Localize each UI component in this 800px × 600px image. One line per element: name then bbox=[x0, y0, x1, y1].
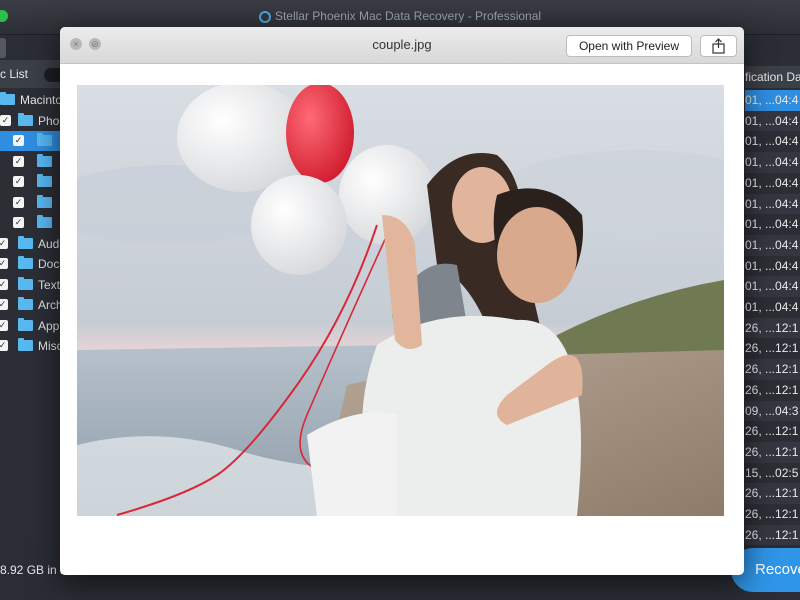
date-cell[interactable]: 09, ...04:3 bbox=[745, 400, 800, 422]
sidebar-tree-item[interactable]: ✓ bbox=[0, 213, 62, 233]
date-cell[interactable]: 26, ...12:1 bbox=[745, 380, 800, 401]
date-cell[interactable]: 15, ...02:5 bbox=[745, 463, 800, 484]
app-title: Stellar Phoenix Mac Data Recovery - Prof… bbox=[0, 9, 800, 23]
checkbox[interactable]: ✓ bbox=[13, 135, 24, 146]
sidebar-item-label: Macinto bbox=[20, 93, 63, 107]
date-cell[interactable]: 26, ...12:1 bbox=[745, 524, 800, 546]
sidebar-item-label: Pho bbox=[38, 113, 60, 128]
modification-date-column: fication Dat 01, ...04:4 01, ...04:4 01, .… bbox=[745, 60, 800, 546]
folder-icon bbox=[18, 297, 33, 310]
folder-icon bbox=[18, 235, 33, 249]
folder-icon bbox=[37, 174, 52, 187]
date-cell[interactable]: 01, ...04:4 bbox=[745, 131, 800, 152]
toolbar-button[interactable] bbox=[0, 38, 6, 58]
checkbox[interactable]: ✓ bbox=[0, 340, 8, 351]
sidebar-tree-item[interactable]: ✓ bbox=[0, 193, 62, 213]
checkbox[interactable]: ✓ bbox=[0, 237, 8, 249]
checkbox[interactable]: ✓ bbox=[0, 278, 8, 290]
sidebar-item-label: Text bbox=[38, 277, 61, 292]
folder-icon bbox=[18, 338, 33, 351]
sidebar-tree-item[interactable]: ✓ Arch bbox=[0, 295, 63, 315]
folder-icon bbox=[37, 133, 52, 146]
share-button[interactable] bbox=[700, 35, 737, 57]
sidebar-tree-item[interactable]: ✓ Pho bbox=[0, 111, 62, 131]
folder-icon bbox=[37, 194, 52, 208]
folder-icon bbox=[37, 215, 52, 228]
sidebar-tree-item[interactable]: ✓ Text bbox=[0, 275, 62, 295]
folder-icon bbox=[18, 276, 33, 290]
date-cell[interactable]: 01, ...04:4 bbox=[745, 297, 800, 318]
date-cell[interactable]: 26, ...12:1 bbox=[745, 504, 800, 525]
folder-icon bbox=[37, 153, 52, 167]
date-cell[interactable]: 26, ...12:1 bbox=[745, 338, 800, 359]
date-cell[interactable]: 01, ...04:4 bbox=[745, 214, 800, 235]
checkbox[interactable]: ✓ bbox=[13, 196, 24, 208]
folder-icon bbox=[0, 92, 15, 105]
date-cell[interactable]: 26, ...12:1 bbox=[745, 421, 800, 442]
sidebar-item-label: Aud bbox=[38, 236, 60, 251]
sidebar-item-label: App bbox=[38, 318, 60, 333]
sidebar-tree-item[interactable]: ✓ Aud bbox=[0, 234, 62, 254]
sidebar-item-label: Arch bbox=[38, 298, 63, 312]
folder-icon bbox=[18, 112, 33, 126]
date-cell[interactable]: 01, ...04:4 bbox=[745, 276, 800, 297]
preview-image bbox=[77, 85, 724, 516]
date-cell[interactable]: 01, ...04:4 bbox=[745, 152, 800, 173]
sidebar-item-label: Misc bbox=[38, 339, 63, 353]
date-cell[interactable]: 26, ...12:1 bbox=[745, 441, 800, 463]
sidebar-tree-item[interactable]: ✓ bbox=[0, 131, 62, 151]
date-cell[interactable]: 01, ...04:4 bbox=[745, 173, 800, 194]
folder-icon bbox=[18, 317, 33, 331]
checkbox[interactable]: ✓ bbox=[13, 176, 24, 187]
sidebar: c List Macinto ✓ Pho ✓ ✓ ✓ ✓ ✓ ✓ Aud ✓ Doc ✓ Text ✓ Arc… bbox=[0, 60, 63, 540]
app-logo-icon bbox=[258, 11, 271, 23]
date-cell[interactable]: 01, ...04:4 bbox=[745, 234, 800, 256]
date-cell[interactable]: 26, ...12:1 bbox=[745, 317, 800, 339]
checkbox[interactable]: ✓ bbox=[0, 114, 11, 126]
date-cell[interactable]: 01, ...04:4 bbox=[745, 90, 800, 111]
checkbox[interactable]: ✓ bbox=[0, 299, 8, 310]
open-with-preview-button[interactable]: Open with Preview bbox=[566, 35, 692, 57]
sidebar-item-label: Doc bbox=[38, 257, 60, 271]
date-cell[interactable]: 26, ...12:1 bbox=[745, 483, 800, 504]
folder-icon bbox=[18, 256, 33, 269]
share-icon bbox=[712, 38, 725, 54]
sidebar-tree-item[interactable]: ✓ Misc bbox=[0, 336, 63, 356]
sidebar-header: c List bbox=[0, 60, 62, 88]
checkbox[interactable]: ✓ bbox=[0, 258, 8, 269]
quick-look-dialog: × ⊘ couple.jpg Open with Preview bbox=[60, 27, 744, 575]
sidebar-tree-item[interactable]: ✓ bbox=[0, 172, 62, 192]
sidebar-header-label: c List bbox=[0, 67, 29, 81]
sidebar-tree-item[interactable]: ✓ Doc bbox=[0, 254, 62, 274]
dialog-title-bar: × ⊘ couple.jpg Open with Preview bbox=[60, 27, 744, 64]
sidebar-tree-item[interactable]: Macinto bbox=[0, 90, 62, 110]
date-cell[interactable]: 26, ...12:1 bbox=[745, 359, 800, 380]
sidebar-tree-item[interactable]: ✓ bbox=[0, 152, 62, 172]
checkbox[interactable]: ✓ bbox=[13, 155, 24, 167]
status-text: 8.92 GB in 1 bbox=[0, 563, 67, 577]
column-header-modification-date[interactable]: fication Dat bbox=[745, 66, 800, 88]
date-cell[interactable]: 01, ...04:4 bbox=[745, 110, 800, 132]
checkbox[interactable]: ✓ bbox=[13, 217, 24, 228]
sidebar-tree-item[interactable]: ✓ App bbox=[0, 316, 62, 336]
date-cell[interactable]: 01, ...04:4 bbox=[745, 193, 800, 215]
checkbox[interactable]: ✓ bbox=[0, 319, 8, 331]
date-cell[interactable]: 01, ...04:4 bbox=[745, 256, 800, 277]
